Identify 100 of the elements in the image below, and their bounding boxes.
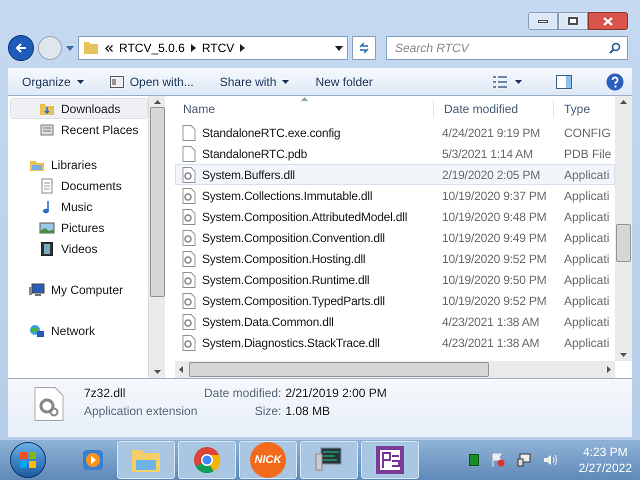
scrollbar[interactable] (175, 361, 615, 378)
sidebar-item[interactable]: Network (10, 320, 148, 341)
caret-icon (282, 80, 290, 84)
play-icon[interactable] (81, 448, 105, 472)
file-icon (182, 124, 196, 140)
file-name: System.Composition.TypedParts.dll (202, 292, 385, 310)
file-row[interactable]: System.Composition.TypedParts.dll 10/19/2020 9:52 PM Applicati (175, 290, 615, 311)
file-row[interactable]: System.Composition.Convention.dll 10/19/2020 9:49 PM Applicati (175, 227, 615, 248)
file-row[interactable]: System.Buffers.dll 2/19/2020 2:05 PM Applicati (175, 164, 615, 185)
tray-square-icon[interactable] (468, 454, 479, 466)
chevrons-icon[interactable] (105, 44, 113, 52)
toolbar-button[interactable]: Organize (22, 72, 84, 90)
file-row[interactable]: System.Diagnostics.StackTrace.dll 4/23/2021 1:38 AM Applicati (175, 332, 615, 353)
column-header[interactable]: Date modified (433, 100, 553, 118)
breadcrumb[interactable]: RTCV_5.0.6 (119, 39, 185, 57)
sidebar-item[interactable]: Downloads (10, 98, 148, 119)
toolbar-button[interactable]: New folder (315, 72, 373, 90)
type-cell-text: PDB File (563, 146, 612, 162)
up-arrow-icon[interactable] (154, 100, 160, 104)
network-icon (29, 322, 45, 338)
browser-icon[interactable] (193, 446, 221, 474)
down-arrow-icon[interactable] (154, 370, 160, 374)
search-field[interactable]: Search RTCV (386, 36, 628, 60)
file-row[interactable]: System.Composition.Hosting.dll 10/19/2020 9:52 PM Applicati (175, 248, 615, 269)
date-cell-text: 4/23/2021 1:38 AM (441, 334, 540, 352)
file-name: StandaloneRTC.exe.config (202, 124, 340, 142)
sidebar-item[interactable]: Music (10, 196, 148, 217)
close-icon (603, 16, 613, 26)
scrollbar[interactable] (148, 96, 165, 378)
speaker-icon[interactable] (542, 453, 557, 467)
breadcrumb[interactable]: RTCV (202, 39, 234, 57)
computer-icon (29, 282, 45, 298)
close-button[interactable] (588, 12, 628, 30)
date-cell-text: 10/19/2020 9:52 PM (441, 250, 548, 268)
right-arrow-icon[interactable] (607, 366, 611, 373)
scrollbar-thumb[interactable] (616, 224, 631, 262)
file-row[interactable]: System.Collections.Immutable.dll 10/19/2020 9:37 PM Applicati (175, 185, 615, 206)
file-name: 7z32.dll (84, 385, 126, 402)
sort-arrow-icon (301, 97, 308, 101)
taskbar-button[interactable] (361, 441, 419, 479)
folder-icon (83, 40, 99, 56)
file-row[interactable]: StandaloneRTC.pdb 5/3/2021 1:14 AM PDB File (175, 143, 615, 164)
back-button[interactable] (8, 35, 34, 61)
date-cell-text: 4/23/2021 1:38 AM (441, 314, 540, 330)
scrollbar-thumb[interactable] (189, 362, 489, 377)
date-cell-text: 10/19/2020 9:50 PM (441, 272, 548, 288)
toolbar-button[interactable]: Share with (220, 72, 290, 90)
windows-logo-icon (19, 451, 37, 469)
search-icon[interactable] (609, 42, 621, 54)
taskbar-button[interactable] (300, 441, 358, 479)
type-cell-text: Applicati (563, 334, 610, 352)
refresh-button[interactable] (352, 36, 376, 60)
file-row[interactable]: System.Composition.Runtime.dll 10/19/2020 9:50 PM Applicati (175, 269, 615, 290)
file-name: System.Collections.Immutable.dll (202, 188, 372, 204)
field-label: Date modified: (204, 385, 282, 402)
dropdown-arrow-icon[interactable] (335, 46, 343, 50)
left-arrow-icon[interactable] (179, 366, 183, 373)
file-row[interactable]: StandaloneRTC.exe.config 4/24/2021 9:19 PM CONFIG (175, 122, 615, 143)
caret-icon (76, 80, 84, 84)
view-options-button[interactable] (493, 76, 522, 88)
date-cell-text: 10/19/2020 9:37 PM (441, 188, 548, 204)
sidebar-item[interactable]: Recent Places (10, 119, 148, 140)
file-name: System.Composition.Runtime.dll (202, 272, 370, 288)
type-cell-text: Applicati (563, 250, 610, 268)
file-type: Application extension (84, 403, 198, 420)
sidebar-item[interactable]: Libraries (10, 154, 148, 175)
scrollbar-thumb[interactable] (150, 107, 164, 297)
type-cell-text: Applicati (563, 230, 610, 246)
file-name: StandaloneRTC.pdb (202, 146, 308, 162)
date-cell-text: 10/19/2020 9:52 PM (441, 292, 548, 310)
right-arrow-icon[interactable] (190, 44, 196, 52)
list-view-icon (493, 76, 507, 88)
sidebar-item[interactable]: Videos (10, 238, 148, 259)
file-row[interactable]: System.Data.Common.dll 4/23/2021 1:38 AM Applicati (175, 311, 615, 332)
flag-icon[interactable] (490, 453, 505, 467)
film-icon (39, 240, 55, 256)
preview-pane-icon[interactable] (556, 74, 572, 88)
date-cell-text: 10/19/2020 9:49 PM (441, 230, 548, 246)
sidebar-item[interactable]: My Computer (10, 279, 148, 300)
column-header[interactable]: Type (553, 100, 590, 118)
file-name: System.Buffers.dll (202, 166, 295, 184)
help-icon[interactable] (606, 72, 624, 90)
type-cell-text: Applicati (563, 208, 610, 226)
minimize-button[interactable] (528, 12, 558, 30)
scrollbar[interactable] (615, 96, 632, 361)
maximize-button[interactable] (558, 12, 588, 30)
address-bar[interactable]: RTCV_5.0.6 RTCV (78, 36, 348, 60)
app-icon[interactable] (374, 444, 406, 476)
file-row[interactable]: System.Composition.AttributedModel.dll 10/19/2020 9:48 PM Applicati (175, 206, 615, 227)
date-cell-text: 4/24/2021 9:19 PM (441, 124, 542, 142)
column-header[interactable]: Name (175, 100, 433, 118)
network-icon[interactable] (516, 453, 531, 467)
right-arrow-icon[interactable] (240, 44, 246, 52)
start-button[interactable] (10, 442, 46, 478)
file-name: System.Composition.AttributedModel.dll (202, 208, 408, 226)
down-arrow-icon[interactable] (620, 353, 627, 357)
sidebar-item[interactable]: Documents (10, 175, 148, 196)
toolbar-button[interactable]: Open with... (110, 72, 194, 90)
sidebar-item[interactable]: Pictures (10, 217, 148, 238)
up-arrow-icon[interactable] (620, 100, 627, 104)
